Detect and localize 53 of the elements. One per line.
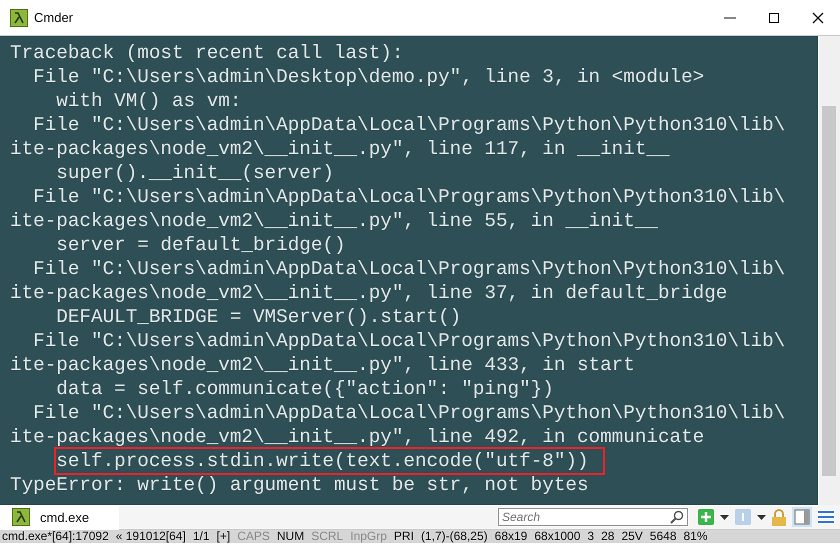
terminal-line: server = default_bridge(): [55, 233, 346, 257]
status-item: 1/1: [192, 530, 210, 543]
terminal-line: ite-packages\node_vm2\__init__.py", line 492, in communicate: [10, 425, 704, 449]
terminal-line: Traceback (most recent call last):: [10, 41, 404, 65]
terminal-line: File "C:\Users\admin\AppData\Local\Programs\Python\Python310\lib\: [32, 113, 786, 137]
scrollbar-thumb[interactable]: [822, 106, 836, 476]
status-item: 81%: [684, 530, 708, 543]
terminal-line: ite-packages\node_vm2\__init__.py", line 37, in default_bridge: [10, 281, 728, 305]
status-item: CAPS: [237, 530, 270, 543]
status-item: [+]: [216, 530, 230, 543]
status-item: InpGrp: [350, 530, 387, 543]
terminal-line: ite-packages\node_vm2\__init__.py", line 117, in __init__: [10, 137, 670, 161]
terminal-line: File "C:\Users\admin\AppData\Local\Programs\Python\Python310\lib\: [32, 185, 786, 209]
terminal-line: TypeError: write() argument must be str, not bytes: [10, 473, 589, 497]
maximize-icon: [768, 12, 780, 24]
terminal-line: with VM() as vm:: [55, 89, 242, 113]
status-item: 5648: [650, 530, 676, 543]
terminal-line: File "C:\Users\admin\AppData\Local\Programs\Python\Python310\lib\: [32, 257, 786, 281]
scrollbar[interactable]: [818, 36, 840, 505]
terminal-line: File "C:\Users\admin\Desktop\demo.py", line 3, in <module>: [32, 65, 704, 89]
lock-icon[interactable]: [772, 508, 786, 526]
terminal-line: data = self.communicate({"action": "ping"}): [55, 377, 554, 401]
app-icon: [12, 508, 30, 526]
terminal-line: File "C:\Users\admin\AppData\Local\Programs\Python\Python310\lib\: [32, 329, 786, 353]
status-item: NUM: [276, 530, 304, 543]
search-field[interactable]: Search: [498, 508, 688, 526]
console-tab[interactable]: cmd.exe: [0, 504, 120, 530]
status-item: 68x1000: [534, 530, 580, 543]
close-icon: [812, 12, 824, 24]
status-item: (1,7)-(68,25): [420, 530, 488, 543]
split-panel-icon[interactable]: [792, 507, 812, 527]
caret-icon[interactable]: [757, 514, 766, 520]
status-item: « 191012[64]: [116, 530, 186, 543]
status-item: 68x19: [494, 530, 528, 543]
console-icon[interactable]: [735, 509, 751, 525]
status-item: 3: [587, 530, 594, 543]
window-title: Cmder: [34, 10, 74, 25]
app-icon: [10, 8, 28, 26]
status-item: 28: [601, 530, 614, 543]
terminal-line: super().__init__(server): [55, 161, 334, 185]
status-item: cmd.exe*[64]:17092: [2, 530, 109, 543]
terminal-line: DEFAULT_BRIDGE = VMServer().start(): [55, 305, 462, 329]
caret-icon[interactable]: [720, 514, 729, 520]
status-item: PRI: [394, 530, 414, 543]
status-item: 25V: [621, 530, 643, 543]
terminal-line: self.process.stdin.write(text.encode("utf-8")): [56, 449, 603, 473]
terminal-line: ite-packages\node_vm2\__init__.py", line 55, in __init__: [10, 209, 658, 233]
terminal-line: File "C:\Users\admin\AppData\Local\Programs\Python\Python310\lib\: [32, 401, 786, 425]
status-item: SCRL: [311, 530, 344, 543]
add-console-icon[interactable]: [698, 509, 714, 525]
search-icon: [670, 510, 684, 524]
menu-icon[interactable]: [818, 510, 834, 524]
terminal-line: ite-packages\node_vm2\__init__.py", line 433, in start: [10, 353, 635, 377]
